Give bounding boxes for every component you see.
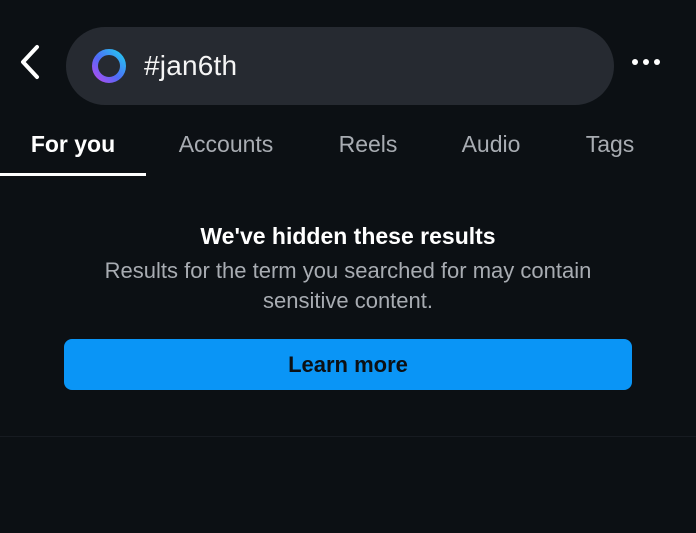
meta-ai-ring-icon[interactable] <box>90 47 128 85</box>
tab-tags[interactable]: Tags <box>566 112 654 176</box>
hidden-results-notice: We've hidden these results Results for t… <box>0 218 696 316</box>
search-results-screen: #jan6th For you Accounts Reels Audio Tag… <box>0 0 696 533</box>
back-button[interactable] <box>12 38 48 86</box>
tab-for-you[interactable]: For you <box>0 112 146 176</box>
search-tabs: For you Accounts Reels Audio Tags <box>0 112 696 178</box>
chevron-left-icon <box>21 45 39 79</box>
notice-body: Results for the term you searched for ma… <box>104 258 592 313</box>
tab-audio[interactable]: Audio <box>442 112 540 176</box>
divider <box>0 436 696 437</box>
search-input[interactable]: #jan6th <box>66 27 614 105</box>
active-tab-indicator <box>0 173 146 176</box>
more-options-button[interactable] <box>626 42 666 82</box>
tab-accounts[interactable]: Accounts <box>158 112 294 176</box>
tab-reels[interactable]: Reels <box>318 112 418 176</box>
notice-title: We've hidden these results <box>200 223 496 249</box>
learn-more-button[interactable]: Learn more <box>64 339 632 390</box>
search-query-text: #jan6th <box>144 50 238 81</box>
more-horizontal-icon <box>632 59 660 65</box>
